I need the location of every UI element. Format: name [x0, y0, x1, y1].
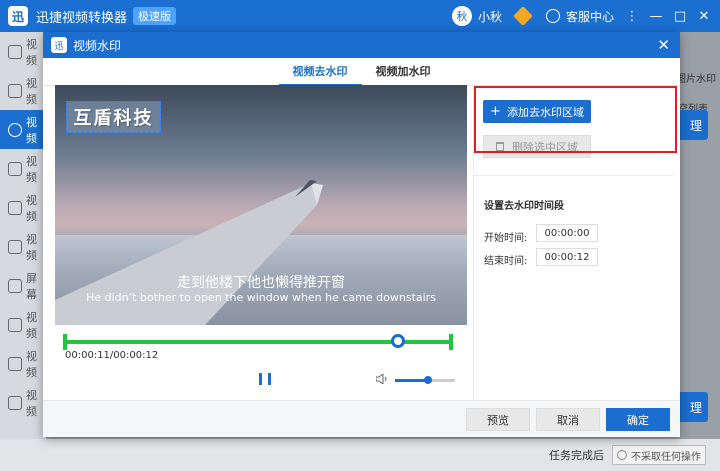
vip-icon[interactable]	[513, 6, 533, 26]
dialog-title: 视频水印	[73, 38, 122, 53]
tab-remove-watermark[interactable]: 视频去水印	[278, 58, 362, 86]
app-title: 迅捷视频转换器	[36, 10, 128, 26]
preview-button[interactable]: 预览	[466, 408, 530, 431]
sidebar-item-1[interactable]: 视频	[0, 32, 46, 71]
timeline-start-handle[interactable]	[63, 334, 67, 350]
maximize-button[interactable]: □	[668, 9, 692, 24]
volume-slider-handle[interactable]	[424, 376, 432, 384]
sidebar-item-4[interactable]: 视频	[0, 149, 46, 188]
watermark-selection-region[interactable]: 互盾科技	[66, 101, 161, 133]
edition-badge: 极速版	[133, 7, 177, 25]
dialog-footer: 预览 取消 确定	[43, 400, 680, 437]
image-icon	[8, 395, 22, 410]
video-preview[interactable]: 互盾科技 走到他楼下他也懒得推开窗 He didn’t bother to op…	[55, 85, 467, 325]
video-icon	[8, 44, 22, 59]
cancel-button[interactable]: 取消	[536, 408, 600, 431]
video-icon	[8, 161, 22, 176]
sidebar-item-3[interactable]: 视频	[0, 110, 46, 149]
customer-service-label: 客服中心	[565, 9, 614, 24]
start-time-input[interactable]: 00:00:00	[536, 224, 598, 242]
app-titlebar: 迅 迅捷视频转换器 极速版 秋 小秋 客服中心 ⋮ — □ ✕	[0, 0, 720, 32]
sidebar-item-10[interactable]: 视频	[0, 383, 46, 422]
gif-icon	[8, 239, 22, 254]
menu-button[interactable]: ⋮	[620, 9, 644, 24]
watermark-text: 互盾科技	[73, 108, 154, 129]
sidebar-item-8[interactable]: 视频	[0, 305, 46, 344]
app-logo: 迅	[8, 6, 28, 26]
end-time-input[interactable]: 00:00:12	[536, 248, 598, 266]
ban-icon	[617, 450, 627, 460]
subtitle-english: He didn’t bother to open the window when…	[86, 291, 436, 304]
close-button[interactable]: ✕	[692, 9, 716, 24]
volume-icon[interactable]	[376, 374, 388, 384]
sidebar-item-6[interactable]: 视频	[0, 227, 46, 266]
confirm-button[interactable]: 确定	[606, 408, 670, 431]
task-done-label: 任务完成后	[549, 449, 604, 462]
timeline-playhead[interactable]	[391, 334, 406, 348]
task-done-value: 不采取任何操作	[631, 451, 701, 463]
sidebar-item-7[interactable]: 屏幕	[0, 266, 46, 305]
play-icon	[8, 200, 22, 215]
start-time-label: 开始时间:	[484, 233, 528, 244]
music-icon	[8, 317, 22, 332]
avatar[interactable]: 秋	[451, 6, 472, 26]
dialog-logo: 迅	[51, 37, 67, 53]
sidebar: 视频 视频 视频 视频 视频 视频 屏幕 视频 视频 视频	[0, 32, 46, 439]
titlebar-controls: 秋 小秋 客服中心 ⋮ — □ ✕	[451, 0, 720, 32]
bottom-bar: 任务完成后 不采取任何操作	[0, 439, 720, 471]
film-reel-icon	[8, 356, 22, 371]
panel-divider	[474, 175, 674, 176]
tab-add-watermark[interactable]: 视频加水印	[362, 58, 445, 86]
sidebar-item-5[interactable]: 视频	[0, 188, 46, 227]
dialog-tabs: 视频去水印 视频加水印	[43, 58, 680, 86]
timeline-end-handle[interactable]	[449, 334, 453, 350]
sidebar-item-2[interactable]: 视频	[0, 71, 46, 110]
pause-button[interactable]	[259, 373, 271, 387]
screen-record-icon	[8, 278, 22, 293]
task-done-select[interactable]: 不采取任何操作	[612, 445, 706, 465]
user-icon	[8, 122, 22, 137]
time-display: 00:00:11/00:00:12	[65, 350, 159, 361]
highlight-frame	[474, 86, 677, 153]
dialog-close-button[interactable]: ✕	[657, 36, 670, 54]
customer-service-button[interactable]: 客服中心	[545, 8, 614, 25]
sidebar-item-9[interactable]: 视频	[0, 344, 46, 383]
dialog-header: 迅 视频水印 ✕	[43, 32, 680, 58]
end-time-label: 结束时间:	[484, 256, 528, 267]
user-name[interactable]: 小秋	[478, 8, 502, 25]
chat-icon	[545, 9, 560, 23]
video-icon	[8, 83, 22, 98]
minimize-button[interactable]: —	[644, 9, 668, 24]
subtitle-chinese: 走到他楼下他也懒得推开窗	[177, 275, 345, 291]
time-range-title: 设置去水印时间段	[484, 201, 564, 212]
